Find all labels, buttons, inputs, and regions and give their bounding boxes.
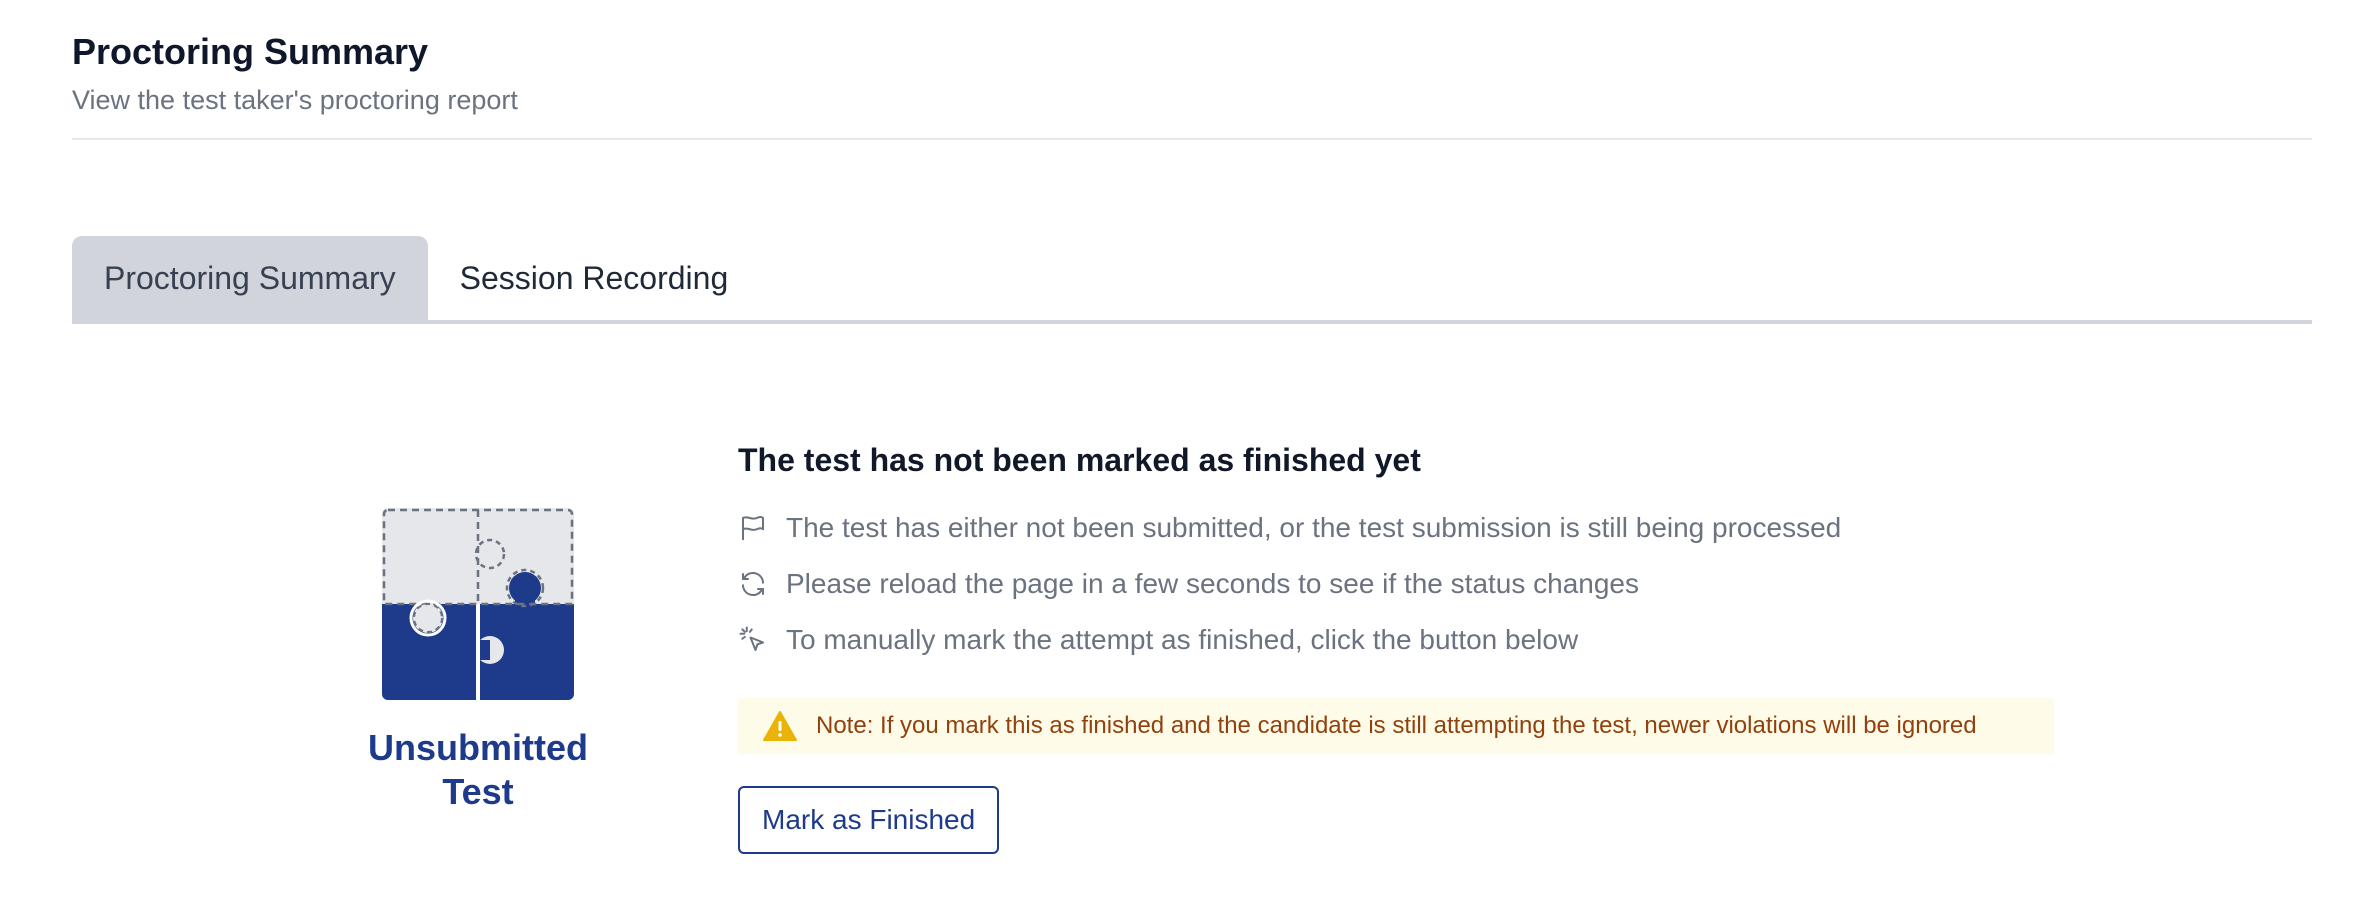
refresh-icon: [738, 569, 768, 599]
mark-as-finished-button[interactable]: Mark as Finished: [738, 786, 1000, 854]
tab-bar: Proctoring Summary Session Recording: [72, 236, 2312, 324]
status-illustration: Unsubmitted Test: [330, 508, 626, 814]
tab-proctoring-summary[interactable]: Proctoring Summary: [72, 236, 428, 320]
info-text: The test has either not been submitted, …: [786, 512, 1842, 543]
info-item: Please reload the page in a few seconds …: [738, 556, 2058, 612]
info-item: To manually mark the attempt as finished…: [738, 612, 2058, 668]
warning-note: Note: If you mark this as finished and t…: [738, 698, 2054, 754]
info-text: Please reload the page in a few seconds …: [786, 568, 1640, 599]
header-divider: [72, 138, 2312, 140]
tab-session-recording[interactable]: Session Recording: [428, 236, 761, 320]
status-content: The test has not been marked as finished…: [738, 436, 2058, 854]
page-subtitle: View the test taker's proctoring report: [72, 85, 518, 115]
click-pointer-icon: [738, 625, 768, 655]
info-text: To manually mark the attempt as finished…: [786, 624, 1579, 655]
flag-icon: [738, 513, 768, 543]
tab-label: Proctoring Summary: [104, 259, 396, 296]
info-item: The test has either not been submitted, …: [738, 500, 2058, 556]
puzzle-icon: [382, 508, 574, 700]
content-title: The test has not been marked as finished…: [738, 442, 1421, 478]
tab-label: Session Recording: [459, 259, 729, 296]
warning-icon: [762, 710, 798, 742]
status-label: Unsubmitted Test: [368, 727, 588, 812]
page-header: Proctoring Summary View the test taker's…: [72, 28, 2312, 118]
warning-text: Note: If you mark this as finished and t…: [816, 712, 1977, 739]
page-title: Proctoring Summary: [72, 31, 429, 72]
